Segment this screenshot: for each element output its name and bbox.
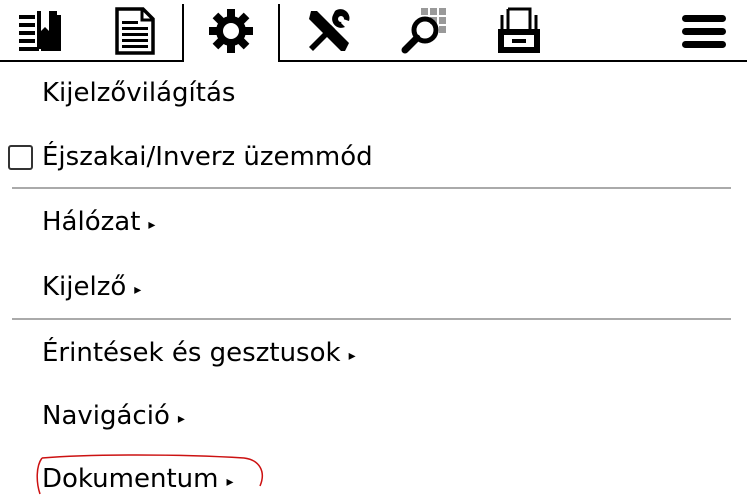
active-tab-border bbox=[182, 4, 184, 62]
bookmarks-icon bbox=[19, 11, 61, 51]
tab-main-menu[interactable] bbox=[677, 0, 731, 62]
menu-separator bbox=[12, 318, 731, 320]
tab-settings[interactable] bbox=[184, 0, 278, 62]
tab-filebrowser[interactable] bbox=[490, 0, 550, 62]
submenu-arrow-icon: ▸ bbox=[148, 217, 156, 233]
menu-item-label: Dokumentum bbox=[42, 464, 219, 494]
menu-separator bbox=[12, 187, 731, 189]
tab-document[interactable] bbox=[105, 0, 165, 62]
menu-item-document[interactable]: Dokumentum ▸ bbox=[0, 448, 747, 496]
menu-item-label: Hálózat bbox=[42, 207, 141, 237]
tab-search[interactable] bbox=[393, 0, 453, 62]
tab-tools[interactable] bbox=[297, 0, 361, 62]
submenu-arrow-icon: ▸ bbox=[226, 474, 234, 490]
gear-icon bbox=[209, 9, 253, 53]
submenu-arrow-icon: ▸ bbox=[177, 411, 185, 427]
search-icon bbox=[401, 8, 446, 54]
active-tab-border bbox=[278, 4, 280, 62]
menu-item-night-mode[interactable]: Éjszakai/Inverz üzemmód bbox=[0, 126, 747, 188]
menu-item-taps-gestures[interactable]: Érintések és gesztusok ▸ bbox=[0, 322, 747, 384]
night-mode-checkbox[interactable] bbox=[8, 144, 33, 170]
menu-item-network[interactable]: Hálózat ▸ bbox=[0, 191, 747, 253]
tab-bookmarks[interactable] bbox=[10, 0, 70, 62]
menu-item-label: Kijelző bbox=[42, 272, 127, 302]
menu-item-label: Érintések és gesztusok bbox=[42, 338, 341, 368]
menu-item-frontlight[interactable]: Kijelzővilágítás bbox=[0, 62, 747, 124]
menu-item-label: Kijelzővilágítás bbox=[42, 78, 236, 108]
document-icon bbox=[115, 7, 155, 55]
menu-item-label: Navigáció bbox=[42, 401, 170, 431]
tab-bar bbox=[0, 0, 747, 62]
submenu-arrow-icon: ▸ bbox=[134, 282, 142, 298]
hamburger-menu-icon bbox=[682, 15, 726, 48]
submenu-arrow-icon: ▸ bbox=[348, 348, 356, 364]
menu-item-label: Éjszakai/Inverz üzemmód bbox=[42, 142, 373, 172]
menu-item-navigation[interactable]: Navigáció ▸ bbox=[0, 385, 747, 447]
filebrowser-icon bbox=[498, 7, 540, 53]
menu-item-screen[interactable]: Kijelző ▸ bbox=[0, 256, 747, 318]
tools-icon bbox=[309, 9, 350, 51]
